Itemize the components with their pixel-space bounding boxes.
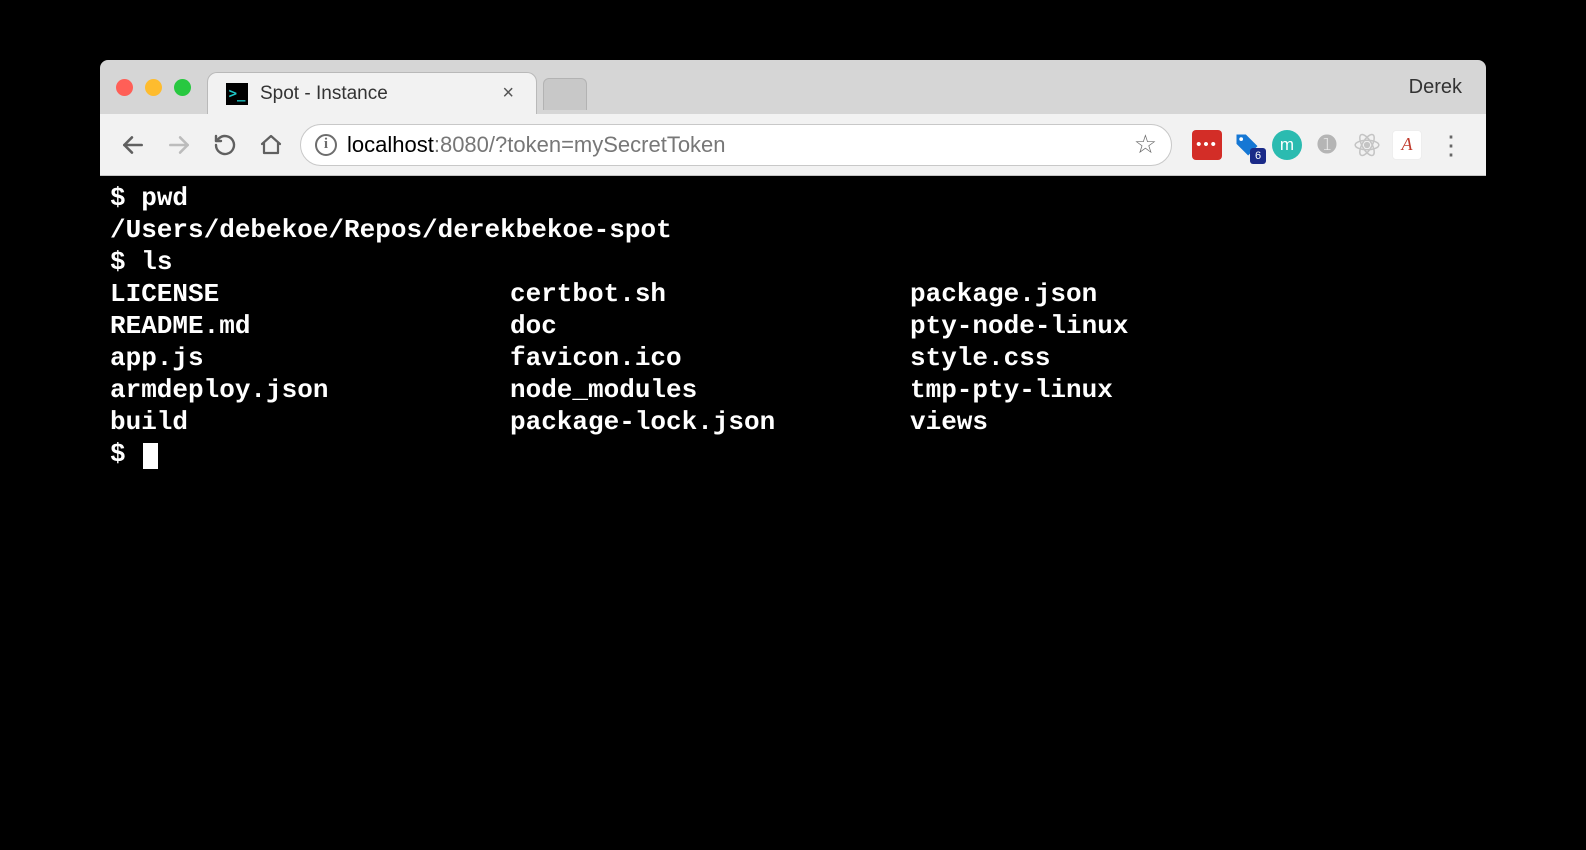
extension-react-icon[interactable] [1352,130,1382,160]
extension-lastpass-icon[interactable]: ••• [1192,130,1222,160]
reload-button[interactable] [208,128,242,162]
url-path: :8080/?token=mySecretToken [434,132,726,157]
terminal-prompt: $ [110,439,126,469]
extensions-row: ••• 6 m ➊ A ⋮ [1184,130,1470,160]
bookmark-star-button[interactable]: ☆ [1134,129,1157,160]
ls-item: README.md [110,311,250,341]
react-atom-icon [1354,132,1380,158]
arrow-left-icon [120,132,146,158]
extension-badge: 6 [1250,148,1266,164]
extension-tag-icon[interactable]: 6 [1232,130,1262,160]
browser-window: >_ Spot - Instance × Derek i localhost:8… [100,60,1486,620]
terminal-favicon-icon: >_ [226,83,248,105]
url-host: localhost [347,132,434,157]
terminal-viewport[interactable]: pwd /Users/debekoe/Repos/derekbekoe-spot… [100,176,1486,620]
browser-tab-active[interactable]: >_ Spot - Instance × [207,72,537,114]
ls-item: pty-node-linux [910,311,1128,341]
ls-col: package.json pty-node-linux style.css tm… [910,278,1476,438]
terminal-line: ls [110,247,172,277]
window-controls [100,60,207,114]
ls-item: node_modules [510,375,697,405]
maximize-window-button[interactable] [174,79,191,96]
ls-item: package.json [910,279,1097,309]
ls-item: favicon.ico [510,343,682,373]
forward-button[interactable] [162,128,196,162]
ls-item: style.css [910,343,1050,373]
tab-close-button[interactable]: × [498,82,518,105]
home-icon [259,133,283,157]
home-button[interactable] [254,128,288,162]
extension-m-icon[interactable]: m [1272,130,1302,160]
minimize-window-button[interactable] [145,79,162,96]
browser-menu-button[interactable]: ⋮ [1432,141,1470,149]
ls-item: armdeploy.json [110,375,328,405]
ls-output: LICENSE README.md app.js armdeploy.json … [110,278,1476,438]
ls-item: package-lock.json [510,407,775,437]
tab-title: Spot - Instance [260,83,486,105]
ls-item: build [110,407,188,437]
browser-toolbar: i localhost:8080/?token=mySecretToken ☆ … [100,114,1486,176]
ls-item: certbot.sh [510,279,666,309]
ls-item: app.js [110,343,204,373]
ls-item: views [910,407,988,437]
terminal-line: pwd [110,183,188,213]
site-info-icon[interactable]: i [315,134,337,156]
ls-col: LICENSE README.md app.js armdeploy.json … [110,278,510,438]
arrow-right-icon [166,132,192,158]
ls-col: certbot.sh doc favicon.ico node_modules … [510,278,910,438]
tab-strip: >_ Spot - Instance × Derek [100,60,1486,114]
ls-item: tmp-pty-linux [910,375,1113,405]
extension-onetab-icon[interactable]: ➊ [1312,130,1342,160]
profile-name[interactable]: Derek [1409,60,1462,114]
ls-item: doc [510,311,557,341]
terminal-cursor [143,443,158,469]
reload-icon [213,133,237,157]
address-bar[interactable]: i localhost:8080/?token=mySecretToken ☆ [300,124,1172,166]
back-button[interactable] [116,128,150,162]
extension-a-icon[interactable]: A [1392,130,1422,160]
close-window-button[interactable] [116,79,133,96]
terminal-output: /Users/debekoe/Repos/derekbekoe-spot [110,215,672,245]
ls-item: LICENSE [110,279,219,309]
new-tab-button[interactable] [543,78,587,110]
